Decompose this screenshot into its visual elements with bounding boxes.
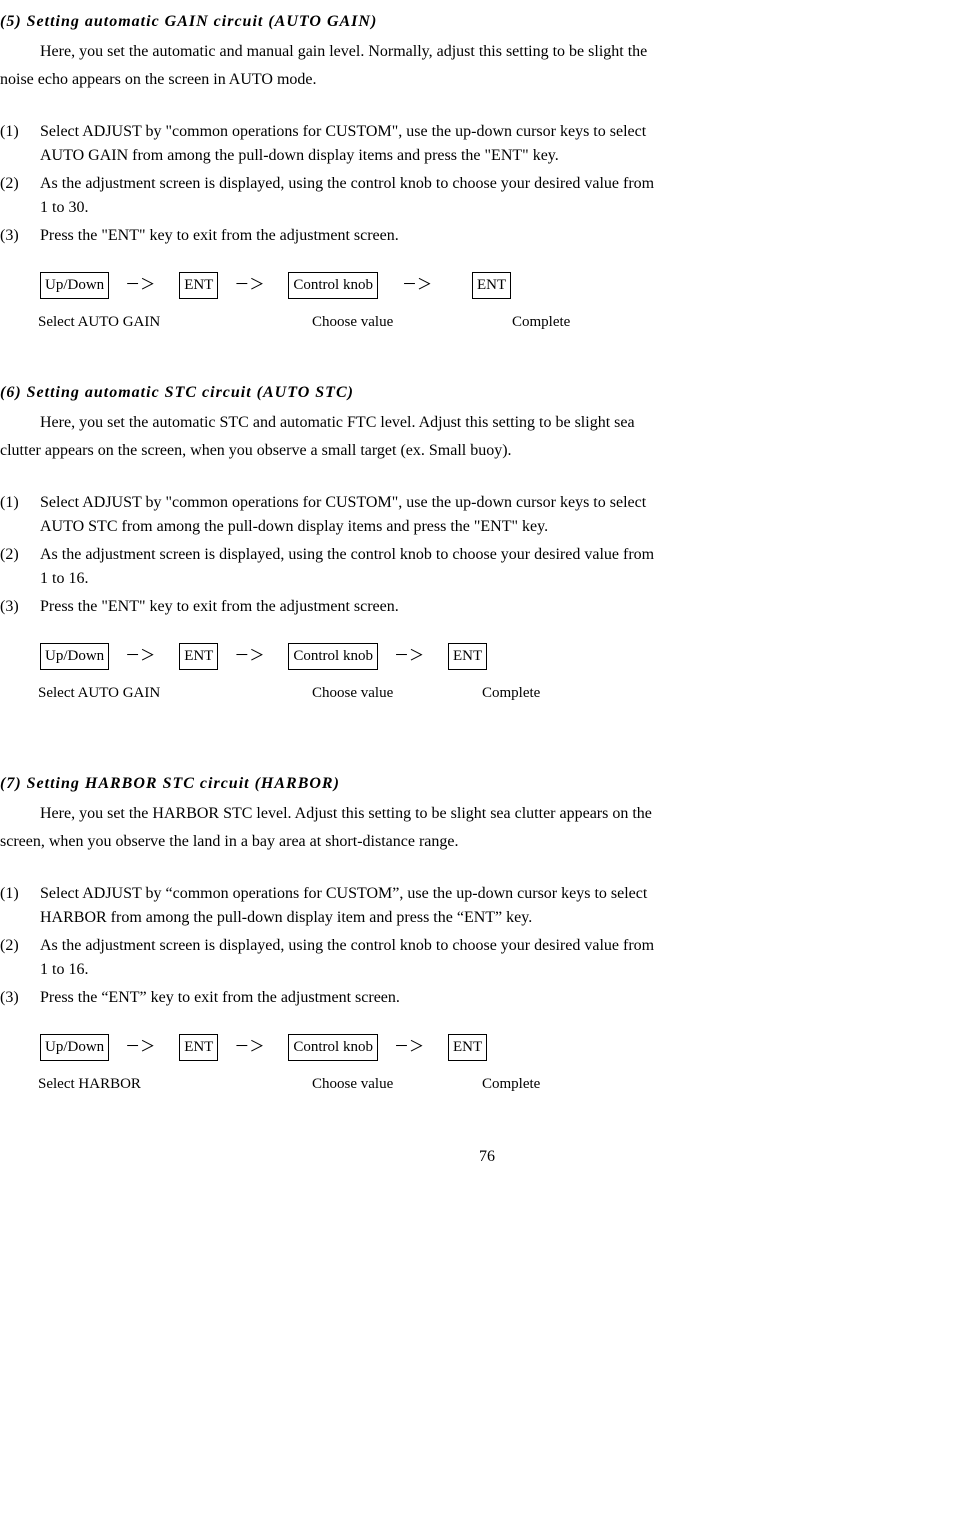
flow-label-complete: Complete: [482, 1073, 540, 1096]
section-7-flow: Up/Down －＞ ENT －＞ Control knob －＞ ENT Se…: [40, 1034, 974, 1095]
arrow-icon: －＞: [218, 1036, 288, 1059]
section-5-intro-2: noise echo appears on the screen in AUTO…: [0, 68, 974, 92]
arrow-icon: －＞: [378, 1036, 448, 1059]
section-6-flow: Up/Down －＞ ENT －＞ Control knob －＞ ENT Se…: [40, 643, 974, 704]
list-text: Select ADJUST by “common operations for …: [40, 882, 974, 930]
flow-box-updown: Up/Down: [40, 1034, 109, 1061]
flow-box-ent: ENT: [179, 643, 218, 670]
flow-row: Up/Down －＞ ENT －＞ Control knob －＞ ENT: [40, 1034, 974, 1061]
arrow-icon: －＞: [109, 1036, 179, 1059]
arrow-icon: －＞: [109, 645, 179, 668]
flow-box-control-knob: Control knob: [288, 643, 378, 670]
section-5-flow: Up/Down －＞ ENT －＞ Control knob －＞ ENT Se…: [40, 272, 974, 333]
list-item: (1) Select ADJUST by "common operations …: [0, 491, 974, 539]
arrow-icon: －＞: [378, 645, 448, 668]
flow-label-choose: Choose value: [312, 682, 482, 705]
list-num: (2): [0, 543, 40, 591]
flow-box-ent: ENT: [472, 272, 511, 299]
list-num: (2): [0, 172, 40, 220]
list-num: (1): [0, 120, 40, 168]
list-item: (3) Press the "ENT" key to exit from the…: [0, 595, 974, 619]
arrow-icon: －＞: [218, 274, 288, 297]
flow-box-ent: ENT: [448, 643, 487, 670]
list-item: (1) Select ADJUST by “common operations …: [0, 882, 974, 930]
flow-label-choose: Choose value: [312, 311, 512, 334]
list-num: (1): [0, 882, 40, 930]
list-text: As the adjustment screen is displayed, u…: [40, 934, 974, 982]
flow-label-choose: Choose value: [312, 1073, 482, 1096]
flow-labels: Select AUTO GAIN Choose value Complete: [38, 682, 974, 705]
section-6-intro-1: Here, you set the automatic STC and auto…: [0, 411, 974, 435]
flow-label-select: Select AUTO GAIN: [38, 682, 312, 705]
list-text: Select ADJUST by "common operations for …: [40, 120, 974, 168]
section-6-intro-2: clutter appears on the screen, when you …: [0, 439, 974, 463]
section-5-list: (1) Select ADJUST by "common operations …: [0, 120, 974, 248]
arrow-icon: －＞: [109, 274, 179, 297]
flow-label-select: Select HARBOR: [38, 1073, 312, 1096]
section-6-list: (1) Select ADJUST by "common operations …: [0, 491, 974, 619]
list-text: Select ADJUST by "common operations for …: [40, 491, 974, 539]
list-item: (2) As the adjustment screen is displaye…: [0, 543, 974, 591]
flow-label-complete: Complete: [482, 682, 540, 705]
section-7-intro-1: Here, you set the HARBOR STC level. Adju…: [0, 802, 974, 826]
list-text: As the adjustment screen is displayed, u…: [40, 543, 974, 591]
list-text: As the adjustment screen is displayed, u…: [40, 172, 974, 220]
section-6-title: (6) Setting automatic STC circuit (AUTO …: [0, 381, 974, 405]
list-item: (3) Press the "ENT" key to exit from the…: [0, 224, 974, 248]
list-num: (3): [0, 595, 40, 619]
flow-label-select: Select AUTO GAIN: [38, 311, 312, 334]
flow-box-ent: ENT: [179, 1034, 218, 1061]
flow-box-updown: Up/Down: [40, 643, 109, 670]
flow-row: Up/Down －＞ ENT －＞ Control knob －＞ ENT: [40, 272, 974, 299]
page-number: 76: [0, 1145, 974, 1169]
arrow-icon: －＞: [378, 274, 472, 297]
list-text: Press the "ENT" key to exit from the adj…: [40, 224, 974, 248]
flow-labels: Select HARBOR Choose value Complete: [38, 1073, 974, 1096]
list-num: (2): [0, 934, 40, 982]
section-5-intro-1: Here, you set the automatic and manual g…: [0, 40, 974, 64]
section-7-intro-2: screen, when you observe the land in a b…: [0, 830, 974, 854]
flow-labels: Select AUTO GAIN Choose value Complete: [38, 311, 974, 334]
flow-box-ent: ENT: [179, 272, 218, 299]
flow-label-complete: Complete: [512, 311, 570, 334]
section-7-list: (1) Select ADJUST by “common operations …: [0, 882, 974, 1010]
list-item: (2) As the adjustment screen is displaye…: [0, 172, 974, 220]
list-num: (3): [0, 986, 40, 1010]
arrow-icon: －＞: [218, 645, 288, 668]
list-num: (1): [0, 491, 40, 539]
list-item: (3) Press the “ENT” key to exit from the…: [0, 986, 974, 1010]
section-7-title: (7) Setting HARBOR STC circuit (HARBOR): [0, 772, 974, 796]
flow-box-control-knob: Control knob: [288, 272, 378, 299]
flow-box-ent: ENT: [448, 1034, 487, 1061]
list-text: Press the "ENT" key to exit from the adj…: [40, 595, 974, 619]
list-text: Press the “ENT” key to exit from the adj…: [40, 986, 974, 1010]
list-item: (2) As the adjustment screen is displaye…: [0, 934, 974, 982]
list-num: (3): [0, 224, 40, 248]
flow-box-control-knob: Control knob: [288, 1034, 378, 1061]
section-5-title: (5) Setting automatic GAIN circuit (AUTO…: [0, 10, 974, 34]
flow-box-updown: Up/Down: [40, 272, 109, 299]
list-item: (1) Select ADJUST by "common operations …: [0, 120, 974, 168]
flow-row: Up/Down －＞ ENT －＞ Control knob －＞ ENT: [40, 643, 974, 670]
